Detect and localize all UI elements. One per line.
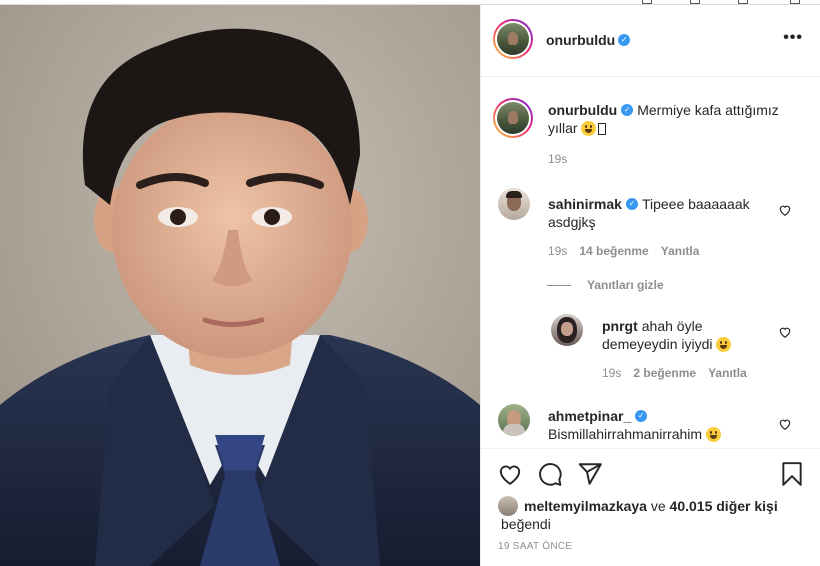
nav-icon-partial[interactable] <box>790 0 800 4</box>
heart-icon[interactable] <box>778 325 792 339</box>
reply-button[interactable]: Yanıtla <box>661 244 700 258</box>
commenter-avatar[interactable] <box>551 314 583 346</box>
post-actions-section: meltemyilmazkaya ve 40.015 diğer kişi be… <box>481 448 820 566</box>
caption-text: onurbuldu ✓ Mermiye kafa attığımız yıllar <box>548 101 793 137</box>
likes-count[interactable]: 40.015 diğer kişi <box>670 498 778 514</box>
verified-badge-icon: ✓ <box>625 198 638 211</box>
heart-icon[interactable] <box>778 203 792 217</box>
caption-time: 19s <box>548 152 568 166</box>
liker-avatar[interactable] <box>498 496 518 516</box>
verified-badge-icon: ✓ <box>621 104 634 117</box>
post-header: onurbuldu ✓ ••• <box>481 5 820 77</box>
comment-meta: 19s 14 beğenme Yanıtla <box>548 244 699 258</box>
post-side-panel: onurbuldu ✓ ••• onurbuldu ✓ Mermiye kafa at… <box>480 5 820 566</box>
commenter-avatar[interactable] <box>498 188 530 220</box>
rofl-emoji-icon <box>705 427 721 442</box>
caption-author-avatar[interactable] <box>493 98 533 138</box>
comment-username[interactable]: ahmetpinar_ <box>548 408 631 424</box>
author-avatar[interactable] <box>493 19 533 59</box>
liker-username[interactable]: meltemyilmazkaya <box>524 498 647 514</box>
post-photo-image <box>0 5 480 566</box>
nav-icon-partial[interactable] <box>690 0 700 4</box>
laughing-emoji-icon <box>716 337 732 352</box>
verified-badge-icon: ✓ <box>618 33 631 46</box>
paper-plane-icon[interactable] <box>577 461 603 487</box>
commenter-avatar[interactable] <box>498 404 530 436</box>
comment-icon[interactable] <box>537 461 563 487</box>
comment-time: 19s <box>548 244 568 258</box>
author-username[interactable]: onurbuldu <box>546 32 615 48</box>
heart-icon[interactable] <box>497 461 523 487</box>
comment-text: pnrgt ahah öyle demeyeydin iyiydi <box>602 317 777 353</box>
comment-text: ahmetpinar_ ✓ Bismillahirrahmanirrahim <box>548 407 778 443</box>
liked-by-connector: ve <box>650 498 666 514</box>
comment-time: 19s <box>602 366 622 380</box>
comment-text: sahinirmak ✓ Tipeee baaaaaak asdgjkş <box>548 195 778 231</box>
post-timestamp[interactable]: 19 SAAT ÖNCE <box>498 541 572 552</box>
missing-glyph-icon <box>598 123 607 135</box>
post-photo[interactable] <box>0 5 480 566</box>
nav-icon-partial[interactable] <box>642 0 652 4</box>
hide-replies-button[interactable]: Yanıtları gizle <box>547 278 664 292</box>
more-options-icon[interactable]: ••• <box>783 30 803 46</box>
comment-username[interactable]: sahinirmak <box>548 196 622 212</box>
bookmark-icon[interactable] <box>779 461 805 487</box>
liked-by-suffix: beğendi <box>501 516 551 532</box>
nav-icon-partial[interactable] <box>738 0 748 4</box>
caption-author-username[interactable]: onurbuldu <box>548 102 617 118</box>
comments-section[interactable]: onurbuldu ✓ Mermiye kafa attığımız yıllar … <box>481 78 820 447</box>
verified-badge-icon: ✓ <box>635 410 648 423</box>
comment-likes[interactable]: 2 beğenme <box>633 366 696 380</box>
tongue-emoji-icon <box>581 121 597 136</box>
comment-meta: 19s 2 beğenme Yanıtla <box>602 366 747 380</box>
comment-likes[interactable]: 14 beğenme <box>579 244 648 258</box>
heart-icon[interactable] <box>778 417 792 431</box>
reply-button[interactable]: Yanıtla <box>708 366 747 380</box>
comment-username[interactable]: pnrgt <box>602 318 638 334</box>
comment-body: Bismillahirrahmanirrahim <box>548 426 703 442</box>
